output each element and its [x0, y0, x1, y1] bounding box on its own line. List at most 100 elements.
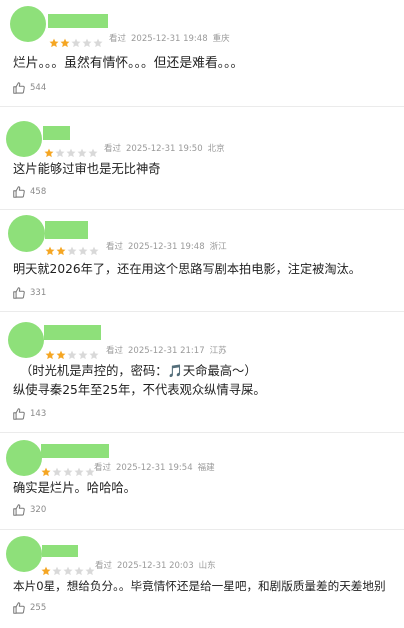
- avatar[interactable]: [8, 215, 45, 252]
- review-location: 北京: [207, 144, 225, 154]
- star-icon: [44, 143, 54, 158]
- star-icon: [74, 561, 84, 576]
- review-meta: 看过 2025-12-31 19:50 北京: [104, 144, 230, 154]
- watched-status: 看过: [94, 463, 112, 473]
- like-button[interactable]: 143: [12, 406, 46, 422]
- review-meta: 看过 2025-12-31 19:54 福建: [94, 463, 220, 473]
- star-icon: [71, 33, 81, 48]
- star-icon: [41, 561, 51, 576]
- avatar[interactable]: [8, 322, 44, 358]
- star-rating: [41, 462, 95, 477]
- star-icon: [45, 345, 55, 360]
- review-time: 2025-12-31 20:03: [117, 561, 194, 571]
- star-icon: [45, 241, 55, 256]
- watched-status: 看过: [106, 242, 124, 252]
- like-count: 458: [30, 187, 47, 197]
- review-meta: 看过 2025-12-31 21:17 江苏: [106, 346, 232, 356]
- review-location: 江苏: [209, 346, 227, 356]
- review-text-line: 明天就2026年了，还在用这个思路写剧本拍电影，注定被淘汰。: [13, 262, 361, 276]
- divider: [0, 209, 404, 210]
- review-text: （时光机是声控的，密码：🎵天命最高～）: [20, 362, 398, 381]
- star-icon: [93, 33, 103, 48]
- like-count: 331: [30, 288, 47, 298]
- divider: [0, 432, 404, 433]
- like-button[interactable]: 255: [12, 600, 46, 616]
- star-rating: [49, 33, 103, 48]
- review-location: 重庆: [212, 34, 230, 44]
- star-rating: [44, 143, 98, 158]
- like-count: 255: [30, 603, 47, 613]
- star-icon: [89, 345, 99, 360]
- username-redacted[interactable]: [48, 14, 108, 28]
- username-redacted[interactable]: [42, 545, 78, 557]
- divider: [0, 529, 404, 530]
- watched-status: 看过: [109, 34, 127, 44]
- star-rating: [45, 241, 99, 256]
- star-icon: [41, 462, 51, 477]
- star-icon: [67, 241, 77, 256]
- like-button[interactable]: 458: [12, 184, 46, 200]
- like-count: 320: [30, 505, 47, 515]
- star-icon: [60, 33, 70, 48]
- star-icon: [66, 143, 76, 158]
- username-redacted[interactable]: [45, 221, 88, 239]
- review-time: 2025-12-31 21:17: [128, 346, 205, 356]
- thumb-up-icon: [12, 185, 26, 199]
- star-icon: [85, 561, 95, 576]
- review-text: 纵使寻秦25年至25年，不代表观众纵情寻屎。: [13, 381, 398, 400]
- star-icon: [63, 561, 73, 576]
- thumb-up-icon: [12, 503, 26, 517]
- thumb-up-icon: [12, 601, 26, 615]
- review-time: 2025-12-31 19:50: [126, 144, 203, 154]
- star-icon: [63, 462, 73, 477]
- star-icon: [55, 143, 65, 158]
- star-icon: [78, 345, 88, 360]
- thumb-up-icon: [12, 81, 26, 95]
- avatar[interactable]: [6, 440, 42, 476]
- review-text-line: 确实是烂片。哈哈哈。: [13, 481, 136, 495]
- review-text: 本片0星，想给负分。。毕竟情怀还是给一星吧，和剧版质量差的天差地别: [13, 577, 402, 596]
- star-icon: [88, 143, 98, 158]
- review-location: 浙江: [209, 242, 227, 252]
- username-redacted[interactable]: [43, 126, 70, 140]
- star-icon: [52, 462, 62, 477]
- review-text-line: 烂片。。。虽然有情怀。。。但还是难看。。。: [13, 56, 244, 71]
- star-icon: [67, 345, 77, 360]
- star-rating: [45, 345, 99, 360]
- review-text-line: 纵使寻秦25年至25年，不代表观众纵情寻屎。: [13, 383, 266, 397]
- like-count: 143: [30, 409, 47, 419]
- like-button[interactable]: 544: [12, 80, 46, 96]
- review-text: 烂片。。。虽然有情怀。。。但还是难看。。。: [13, 54, 398, 73]
- avatar[interactable]: [6, 121, 42, 157]
- star-icon: [74, 462, 84, 477]
- divider: [0, 311, 404, 312]
- thumb-up-icon: [12, 407, 26, 421]
- review-text-line: 这片能够过审也是无比神奇: [13, 162, 161, 176]
- star-icon: [77, 143, 87, 158]
- star-rating: [41, 561, 95, 576]
- review-time: 2025-12-31 19:54: [116, 463, 193, 473]
- username-redacted[interactable]: [44, 325, 101, 340]
- review-location: 山东: [198, 561, 216, 571]
- like-button[interactable]: 331: [12, 285, 46, 301]
- watched-status: 看过: [95, 561, 113, 571]
- star-icon: [82, 33, 92, 48]
- avatar[interactable]: [6, 536, 42, 572]
- star-icon: [56, 345, 66, 360]
- like-button[interactable]: 320: [12, 502, 46, 518]
- review-text: 明天就2026年了，还在用这个思路写剧本拍电影，注定被淘汰。: [13, 260, 398, 279]
- thumb-up-icon: [12, 286, 26, 300]
- review-time: 2025-12-31 19:48: [131, 34, 208, 44]
- watched-status: 看过: [104, 144, 122, 154]
- avatar[interactable]: [10, 6, 46, 42]
- username-redacted[interactable]: [41, 444, 109, 458]
- star-icon: [56, 241, 66, 256]
- review-location: 福建: [197, 463, 215, 473]
- review-text-line: （时光机是声控的，密码：🎵天命最高～）: [20, 364, 257, 378]
- review-meta: 看过 2025-12-31 19:48 浙江: [106, 242, 232, 252]
- watched-status: 看过: [106, 346, 124, 356]
- star-icon: [89, 241, 99, 256]
- star-icon: [49, 33, 59, 48]
- review-text: 确实是烂片。哈哈哈。: [13, 479, 398, 498]
- review-text-line: 本片0星，想给负分。。毕竟情怀还是给一星吧，和剧版质量差的天差地别: [13, 579, 386, 593]
